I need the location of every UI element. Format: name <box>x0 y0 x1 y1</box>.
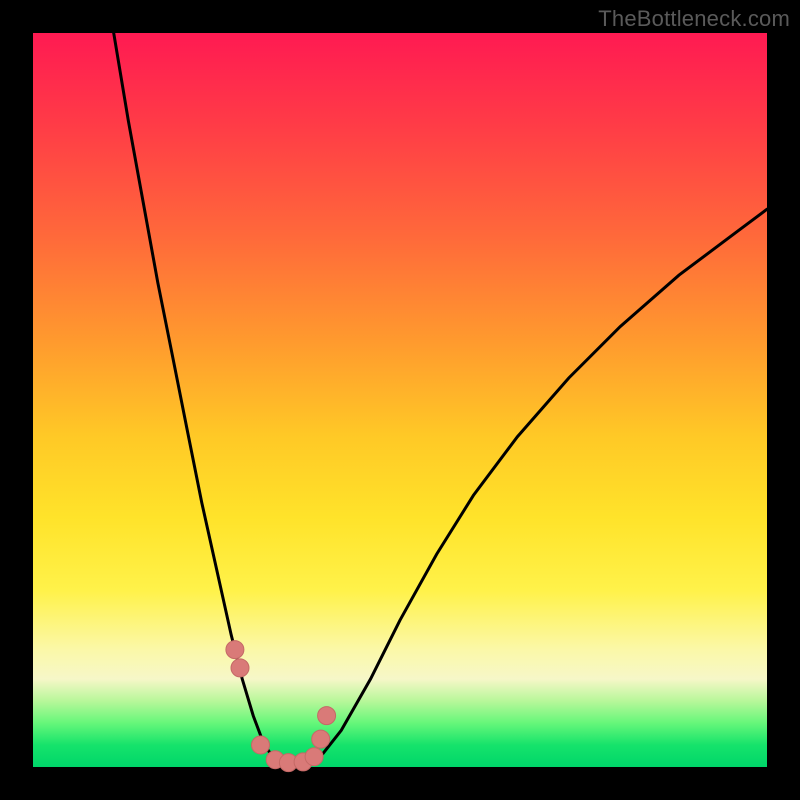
outer-frame: TheBottleneck.com <box>0 0 800 800</box>
watermark-text: TheBottleneck.com <box>598 6 790 32</box>
bottleneck-curve-left <box>114 33 276 760</box>
marker-group <box>226 641 336 772</box>
curve-group <box>114 33 767 763</box>
highlight-marker <box>231 659 249 677</box>
highlight-marker <box>318 707 336 725</box>
bottleneck-curve-right <box>319 209 767 758</box>
highlight-marker <box>312 730 330 748</box>
chart-plot-area <box>33 33 767 767</box>
highlight-marker <box>252 736 270 754</box>
highlight-marker <box>226 641 244 659</box>
highlight-marker <box>305 748 323 766</box>
chart-svg <box>33 33 767 767</box>
